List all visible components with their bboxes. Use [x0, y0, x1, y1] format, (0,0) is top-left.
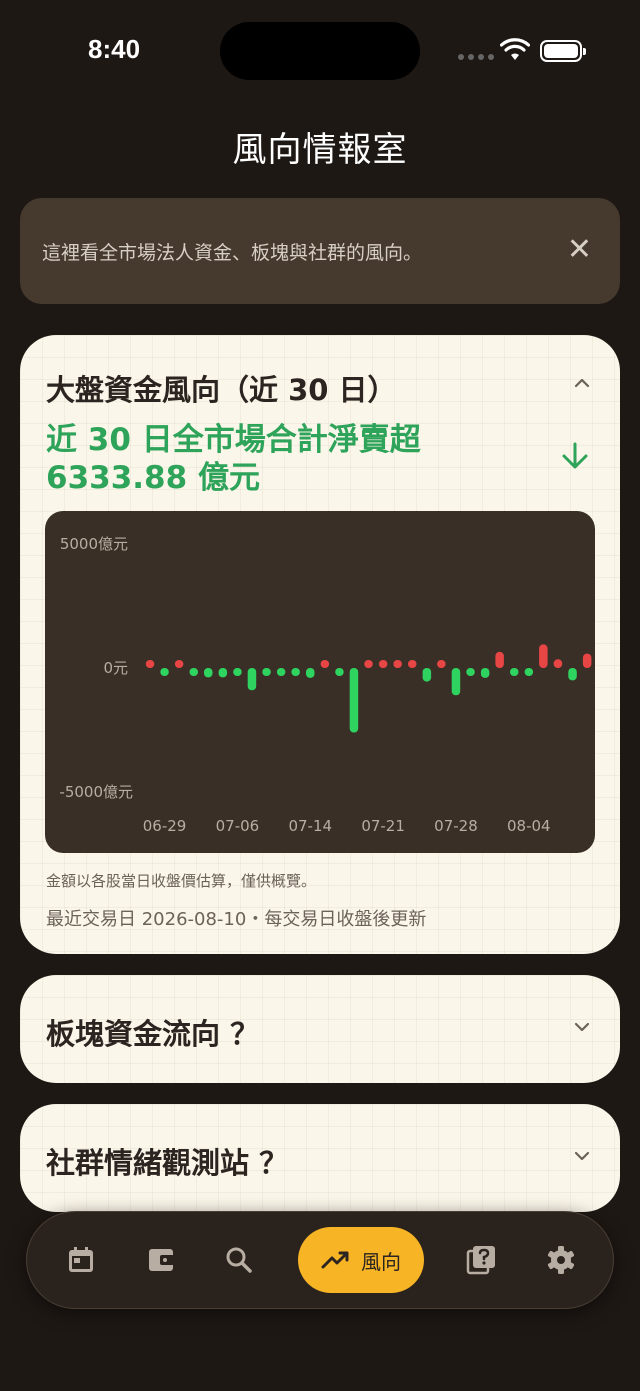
- info-banner: 這裡看全市場法人資金、板塊與社群的風向。 ✕: [20, 198, 620, 304]
- sector-flow-title: 板塊資金流向 ？: [46, 1017, 260, 1051]
- x-tick-label: 07-28: [434, 817, 478, 835]
- dynamic-island: [220, 22, 420, 80]
- wifi-icon: [500, 38, 530, 60]
- flow-bar: [145, 660, 155, 668]
- market-flow-card: 大盤資金風向（近 30 日） 近 30 日全市場合計淨賣超 6333.88 億元…: [20, 335, 620, 954]
- flow-bar: [262, 668, 271, 676]
- status-time: 8:40: [88, 34, 141, 64]
- gear-icon: [547, 1246, 575, 1274]
- wallet-icon: [149, 1249, 174, 1271]
- flow-bar: [233, 668, 242, 676]
- cellular-signal-icon: [458, 54, 494, 60]
- last-updated-text: 最近交易日 2026-08-10・每交易日收盤後更新: [46, 909, 427, 930]
- tab-wallet[interactable]: [137, 1236, 185, 1284]
- tab-search[interactable]: [215, 1236, 263, 1284]
- trending-up-icon: [321, 1251, 349, 1269]
- x-tick-label: 07-14: [288, 817, 332, 835]
- question-cards-icon: [466, 1246, 495, 1275]
- market-flow-chart: 5000億元 0元 -5000億元 06-29 07-06 07-14 07-21 07-28…: [45, 511, 595, 853]
- flow-bar: [582, 653, 592, 668]
- flow-bar: [320, 660, 330, 668]
- page-title: 風向情報室: [232, 130, 408, 170]
- search-icon: [226, 1247, 252, 1273]
- flow-bar: [408, 660, 417, 668]
- flow-bar: [218, 668, 228, 678]
- x-tick-label: 07-06: [216, 817, 260, 835]
- calendar-icon: [69, 1247, 93, 1272]
- chart-note: 金額以各股當日收盤價估算，僅供概覽。: [46, 872, 317, 890]
- tab-bar: 風向: [26, 1211, 614, 1309]
- flow-bar: [495, 651, 504, 668]
- tab-trends-label: 風向: [361, 1249, 401, 1274]
- flow-bar: [451, 668, 461, 696]
- flow-bar: [291, 668, 300, 676]
- market-flow-title: 大盤資金風向（近 30 日）: [46, 373, 397, 407]
- tab-calendar[interactable]: [57, 1236, 105, 1284]
- chevron-up-icon[interactable]: [574, 375, 590, 391]
- x-tick-label: 07-21: [361, 817, 405, 835]
- x-tick-label: 08-04: [507, 817, 551, 835]
- flow-bar: [480, 668, 490, 678]
- flow-bar: [437, 660, 446, 668]
- status-bar: 8:40: [0, 0, 640, 100]
- sector-flow-card[interactable]: 板塊資金流向 ？: [20, 975, 620, 1083]
- flow-bar: [539, 644, 548, 668]
- flow-bar: [524, 668, 534, 676]
- flow-bar: [393, 660, 402, 668]
- flow-bar: [204, 668, 213, 678]
- y-tick-label: 5000億元: [60, 535, 128, 553]
- x-tick-label: 06-29: [143, 817, 187, 835]
- close-icon[interactable]: ✕: [567, 230, 592, 270]
- flow-bar: [364, 660, 373, 668]
- chevron-down-icon[interactable]: [574, 1019, 590, 1035]
- flow-bar: [422, 668, 432, 682]
- flow-chart-svg: 5000億元 0元 -5000億元 06-29 07-06 07-14 07-21 07-28…: [59, 535, 592, 835]
- y-tick-label: 0元: [103, 659, 128, 677]
- chevron-down-icon[interactable]: [574, 1148, 590, 1164]
- flow-bar: [276, 668, 286, 676]
- banner-text: 這裡看全市場法人資金、板塊與社群的風向。: [42, 242, 423, 264]
- market-flow-headline: 近 30 日全市場合計淨賣超 6333.88 億元: [46, 422, 421, 496]
- y-tick-label: -5000億元: [59, 783, 133, 801]
- arrow-down-icon: [562, 442, 588, 469]
- tab-quiz[interactable]: [457, 1236, 505, 1284]
- tab-trends[interactable]: 風向: [298, 1227, 424, 1293]
- flow-bar: [466, 668, 475, 676]
- flow-bar: [174, 660, 184, 668]
- flow-bar: [349, 668, 359, 733]
- tab-settings[interactable]: [537, 1236, 585, 1284]
- flow-bar: [160, 668, 169, 676]
- battery-icon: [540, 40, 586, 62]
- flow-bar: [568, 668, 577, 681]
- flow-bar: [247, 668, 257, 691]
- flow-bar: [510, 668, 519, 676]
- flow-bar: [378, 660, 388, 668]
- flow-bar: [189, 668, 198, 676]
- flow-bar: [306, 668, 315, 678]
- social-sentiment-title: 社群情緒觀測站 ？: [46, 1146, 289, 1180]
- social-sentiment-card[interactable]: 社群情緒觀測站 ？: [20, 1104, 620, 1212]
- flow-bar: [553, 659, 563, 668]
- flow-bar: [335, 668, 344, 676]
